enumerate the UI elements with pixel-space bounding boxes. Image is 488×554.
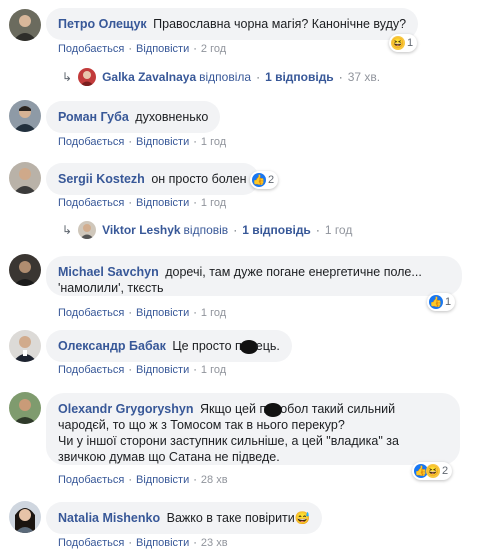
haha-icon: 😆 <box>426 464 440 478</box>
reply-button[interactable]: Відповісти <box>136 537 189 549</box>
like-icon: 👍 <box>429 295 443 309</box>
comment-author[interactable]: Петро Олещук <box>58 17 147 31</box>
comment-author[interactable]: Olexandr Grygoryshyn <box>58 402 193 416</box>
reply-count: 1 відповідь <box>242 223 311 237</box>
reactions-badge[interactable]: 👍 1 <box>427 293 456 311</box>
comment-text: духовненько <box>135 110 209 124</box>
comment-text: обол такий сильний <box>280 402 396 416</box>
reply-count: 1 відповідь <box>265 70 334 84</box>
reply-arrow-icon: ↳ <box>62 223 73 237</box>
comment-author[interactable]: Роман Губа <box>58 110 129 124</box>
reply-button[interactable]: Відповісти <box>136 364 189 376</box>
reply-time: 1 год <box>324 223 353 237</box>
reactions-badge[interactable]: 👍 😆 2 <box>412 462 453 480</box>
avatar <box>78 68 97 86</box>
comment-actions: Подобається · Відповісти · 28 хв <box>58 474 228 486</box>
reply-button[interactable]: Відповісти <box>136 43 189 55</box>
comment-bubble: Olexandr Grygoryshyn Якщо цей п обол таки… <box>46 393 460 465</box>
comment-text: чародєй, то що ж з Томосом так в нього п… <box>58 418 345 432</box>
reply-author: Galka Zavalnaya <box>102 70 197 84</box>
comment-text: доречі, там дуже погане енергетичне поле… <box>165 265 422 279</box>
like-button[interactable]: Подобається <box>58 364 124 376</box>
comment-actions: Подобається · Відповісти · 23 хв <box>58 537 228 549</box>
reaction-count: 1 <box>445 296 452 308</box>
reaction-count: 1 <box>407 37 414 49</box>
timestamp[interactable]: 1 год <box>201 307 226 319</box>
comment-text: Православна чорна магія? Канонічне вуду? <box>153 17 407 31</box>
view-replies-link[interactable]: ↳ Viktor Leshyk відповів · 1 відповідь ·… <box>62 221 352 239</box>
timestamp[interactable]: 23 хв <box>201 537 228 549</box>
avatar[interactable] <box>9 9 41 41</box>
reply-author: Viktor Leshyk <box>102 223 181 237</box>
reaction-count: 2 <box>442 465 449 477</box>
comment-text: ець. <box>255 339 280 353</box>
avatar[interactable] <box>9 330 41 362</box>
reaction-count: 2 <box>268 174 275 186</box>
avatar[interactable] <box>9 392 41 424</box>
view-replies-link[interactable]: ↳ Galka Zavalnaya відповіла · 1 відповід… <box>62 68 380 86</box>
comment-bubble: Олександр Бабак Це просто п ець. <box>46 330 292 362</box>
like-button[interactable]: Подобається <box>58 307 124 319</box>
reply-button[interactable]: Відповісти <box>136 197 189 209</box>
comment-bubble: Роман Губа духовненько <box>46 101 221 133</box>
comment-text: Якщо цей п <box>199 402 267 416</box>
avatar[interactable] <box>9 100 41 132</box>
timestamp[interactable]: 1 год <box>201 197 226 209</box>
comment-author[interactable]: Sergii Kostezh <box>58 172 145 186</box>
timestamp[interactable]: 1 год <box>201 136 226 148</box>
comment-actions: Подобається · Відповісти · 1 год <box>58 197 227 209</box>
reply-button[interactable]: Відповісти <box>136 474 189 486</box>
like-button[interactable]: Подобається <box>58 197 124 209</box>
comment-bubble: Петро Олещук Православна чорна магія? Ка… <box>46 8 419 40</box>
reply-verb: відповів <box>183 223 229 237</box>
comment-actions: Подобається · Відповісти · 1 год <box>58 136 227 148</box>
comment-text: Чи у іншої сторони заступник сильніше, а… <box>58 434 399 448</box>
comment-author[interactable]: Michael Savchyn <box>58 265 159 279</box>
like-button[interactable]: Подобається <box>58 136 124 148</box>
comment-bubble: Natalia Mishenko Важко в таке повірити😅 <box>46 502 323 534</box>
comment-actions: Подобається · Відповісти · 2 год <box>58 43 227 55</box>
avatar[interactable] <box>9 501 41 533</box>
reply-arrow-icon: ↳ <box>62 70 73 84</box>
reactions-badge[interactable]: 👍 2 <box>250 171 279 189</box>
avatar[interactable] <box>9 162 41 194</box>
comment-text: Це просто п <box>172 339 242 353</box>
comment-bubble: Michael Savchyn доречі, там дуже погане … <box>46 256 462 296</box>
like-button[interactable]: Подобається <box>58 43 124 55</box>
timestamp[interactable]: 2 год <box>201 43 226 55</box>
comment-bubble: Sergii Kostezh он просто болен <box>46 163 259 195</box>
comment-text: он просто болен <box>151 172 247 186</box>
comment-text: 'намолили', ткєсть <box>58 281 164 295</box>
timestamp[interactable]: 28 хв <box>201 474 228 486</box>
like-button[interactable]: Подобається <box>58 474 124 486</box>
comment-actions: Подобається · Відповісти · 1 год <box>58 307 227 319</box>
reply-verb: відповіла <box>199 70 252 84</box>
comment-author[interactable]: Natalia Mishenko <box>58 511 160 525</box>
reply-time: 37 хв. <box>347 70 381 84</box>
like-icon: 👍 <box>252 173 266 187</box>
reactions-badge[interactable]: 😆 1 <box>389 34 418 52</box>
haha-icon: 😆 <box>391 36 405 50</box>
comment-actions: Подобається · Відповісти · 1 год <box>58 364 227 376</box>
comment-author[interactable]: Олександр Бабак <box>58 339 166 353</box>
reply-button[interactable]: Відповісти <box>136 136 189 148</box>
sweat-smile-icon: 😅 <box>294 511 311 525</box>
comment-text: звичкою думав що Сатана не підведе. <box>58 450 280 464</box>
timestamp[interactable]: 1 год <box>201 364 226 376</box>
avatar[interactable] <box>9 254 41 286</box>
like-button[interactable]: Подобається <box>58 537 124 549</box>
avatar <box>78 221 97 239</box>
comment-text: Важко в таке повірити <box>166 511 295 525</box>
reply-button[interactable]: Відповісти <box>136 307 189 319</box>
